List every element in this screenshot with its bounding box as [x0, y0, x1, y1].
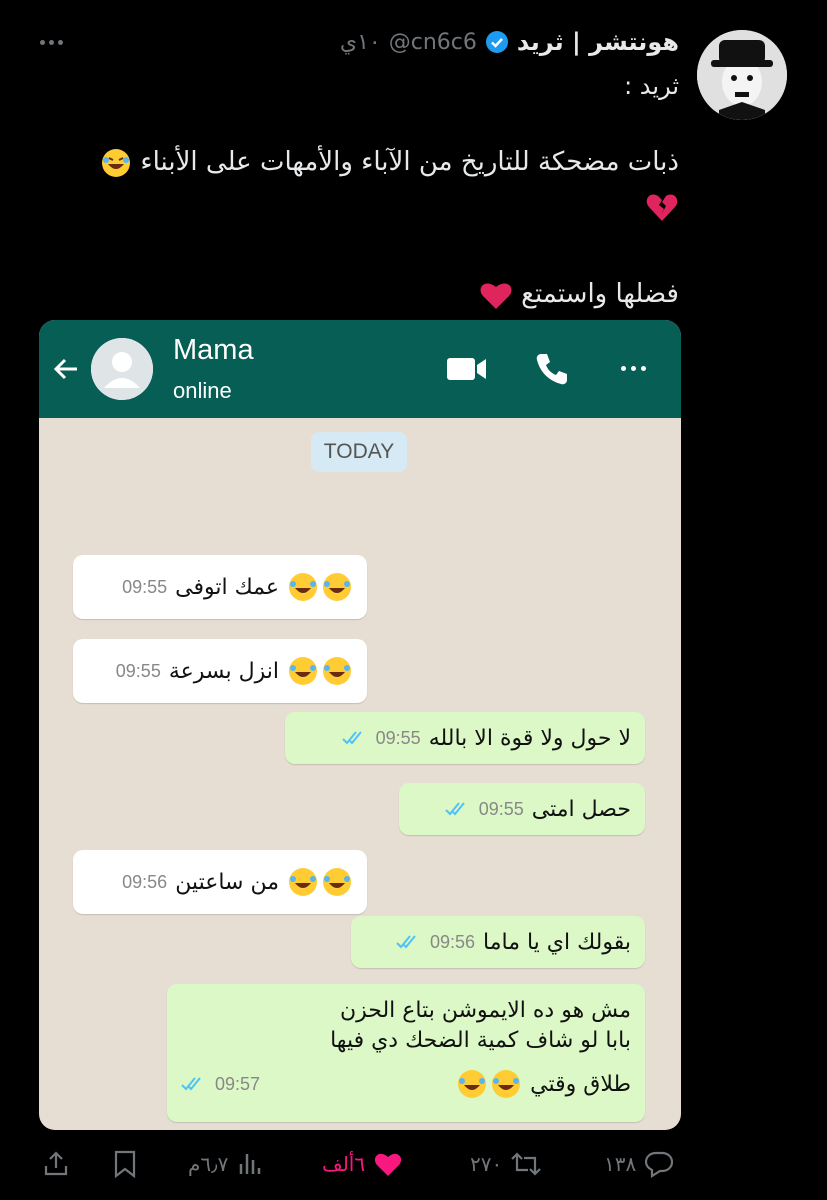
broken-heart-icon	[646, 194, 678, 221]
views-count: ٦٫٧م	[188, 1152, 229, 1176]
views-chart-icon	[240, 1154, 261, 1174]
reply-button[interactable]: ١٣٨	[604, 1150, 674, 1178]
reply-icon	[645, 1151, 674, 1178]
heart-filled-icon	[375, 1153, 402, 1176]
message-out: 09:55 حصل امتى	[399, 783, 645, 835]
attached-image-whatsapp-chat[interactable]: Mama online TODAY 09:55 عمك اتوفى 09:55 …	[39, 320, 681, 1130]
message-text: حصل امتى	[531, 796, 631, 822]
message-text: انزل بسرعة	[168, 658, 279, 684]
message-time: 09:57	[215, 1073, 261, 1094]
read-ticks-icon	[445, 802, 465, 816]
tweet-action-bar: ٦٫٧م ٦ألف ٢٧٠ ١٣٨	[0, 1140, 827, 1190]
laughing-emoji-icon	[102, 148, 131, 177]
author-avatar[interactable]	[697, 30, 787, 120]
retweet-icon	[511, 1152, 542, 1176]
chat-menu-icon	[621, 366, 646, 371]
laughing-emoji-icon	[287, 571, 353, 603]
more-options-icon[interactable]	[40, 32, 72, 52]
message-time: 09:55	[375, 727, 421, 748]
message-text: لا حول ولا قوة الا بالله	[428, 725, 631, 751]
author-handle[interactable]: @cn6c6	[389, 30, 477, 55]
message-in: 09:55 عمك اتوفى	[73, 555, 367, 619]
verified-badge-icon	[485, 31, 508, 53]
replies-count: ١٣٨	[604, 1152, 637, 1176]
retweets-count: ٢٧٠	[470, 1152, 503, 1176]
video-call-icon	[447, 358, 486, 380]
message-text: بقولك اي يا ماما	[483, 929, 631, 955]
message-text-line-3: طلاق وقتي	[530, 1071, 631, 1097]
message-time: 09:55	[478, 798, 524, 819]
message-time: 09:56	[122, 871, 168, 892]
contact-avatar	[91, 338, 153, 400]
thread-label: ثريد :	[624, 72, 679, 100]
laughing-emoji-icon	[287, 866, 353, 898]
message-out: مش هو ده الايموشن بتاع الحزن بابا لو شاف…	[167, 984, 645, 1122]
views-button[interactable]: ٦٫٧م	[188, 1150, 264, 1178]
tweet-header: هونتشر | ثريد @cn6c6 ١٠ي	[340, 28, 679, 56]
date-chip: TODAY	[311, 432, 407, 472]
message-time: 09:55	[122, 576, 168, 597]
message-out: 09:55 لا حول ولا قوة الا بالله	[285, 712, 645, 764]
tweet-age[interactable]: ١٠ي	[340, 30, 381, 55]
tweet-line-1: ذبات مضحكة للتاريخ من الآباء والأمهات عل…	[140, 147, 679, 177]
laughing-emoji-icon	[456, 1068, 522, 1100]
message-in: 09:56 من ساعتين	[73, 850, 367, 914]
tweet-text: ذبات مضحكة للتاريخ من الآباء والأمهات عل…	[39, 140, 679, 316]
chat-header: Mama online	[39, 320, 681, 418]
phone-call-icon	[536, 354, 567, 385]
bookmark-icon	[114, 1150, 136, 1178]
share-button[interactable]	[42, 1150, 70, 1178]
like-button[interactable]: ٦ألف	[322, 1150, 403, 1178]
message-text: من ساعتين	[175, 869, 279, 895]
laughing-emoji-icon	[287, 655, 353, 687]
share-icon	[44, 1151, 68, 1176]
author-name[interactable]: هونتشر | ثريد	[517, 28, 679, 56]
tweet-line-3: فضلها واستمتع	[521, 279, 679, 309]
message-time: 09:56	[429, 931, 476, 952]
read-ticks-icon	[181, 1077, 201, 1091]
message-text-line-2: بابا لو شاف كمية الضحك دي فيها	[330, 1028, 631, 1053]
bookmark-button[interactable]	[112, 1150, 138, 1178]
message-out: 09:56 بقولك اي يا ماما	[351, 916, 645, 968]
read-ticks-icon	[396, 935, 416, 949]
read-ticks-icon	[341, 731, 362, 745]
contact-name: Mama	[173, 334, 254, 366]
message-text: عمك اتوفى	[175, 574, 279, 600]
back-arrow-icon	[53, 358, 77, 380]
message-time: 09:55	[115, 660, 161, 681]
red-heart-icon	[480, 282, 512, 309]
likes-count: ٦ألف	[322, 1152, 366, 1176]
contact-status: online	[173, 378, 232, 403]
message-text-line-1: مش هو ده الايموشن بتاع الحزن	[339, 998, 631, 1023]
message-in: 09:55 انزل بسرعة	[73, 639, 367, 703]
retweet-button[interactable]: ٢٧٠	[470, 1150, 542, 1178]
